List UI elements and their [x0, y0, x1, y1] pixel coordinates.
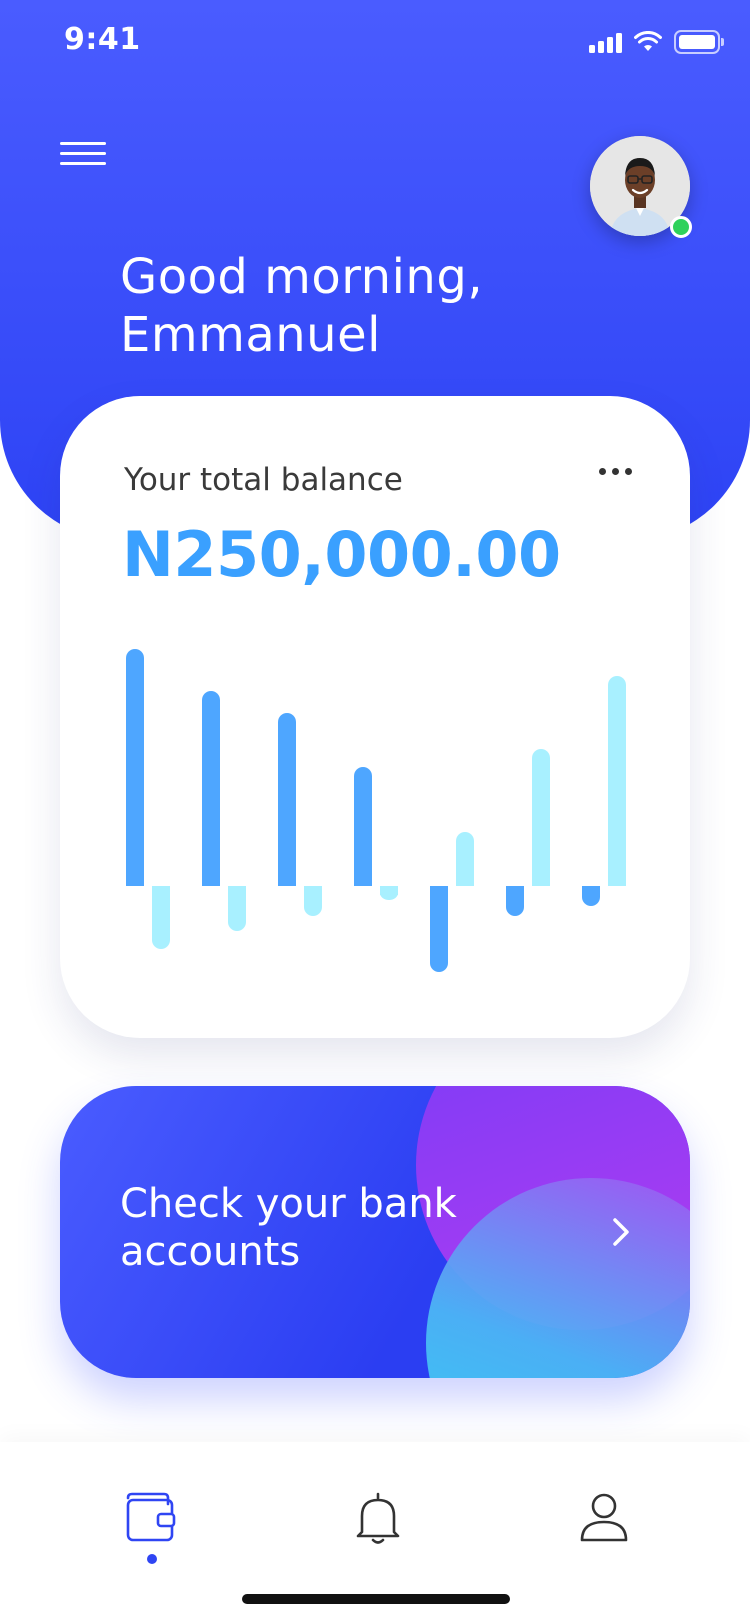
balance-chart [126, 649, 626, 972]
chart-bar-series2-7 [608, 676, 626, 886]
chart-bar-series2-1 [152, 886, 170, 949]
check-bank-accounts-card[interactable]: Check your bank accounts [60, 1086, 690, 1378]
chart-bar-base [228, 886, 246, 895]
greeting-line-1: Good morning, [120, 249, 484, 305]
battery-icon [674, 30, 724, 54]
chart-bar-base [202, 877, 220, 886]
chart-bar-series1-2 [202, 691, 220, 886]
menu-icon-line [60, 162, 106, 165]
status-time: 9:41 [64, 22, 141, 57]
chart-bar-base [532, 877, 550, 886]
greeting-name: Emmanuel [120, 307, 381, 363]
menu-icon-line [60, 142, 106, 145]
menu-button[interactable] [60, 138, 108, 170]
bank-card-label: Check your bank accounts [120, 1181, 457, 1275]
chart-bar-base [278, 877, 296, 886]
chart-bar-series2-6 [532, 749, 550, 886]
home-indicator [242, 1594, 510, 1604]
chart-bar-series1-3 [278, 713, 296, 886]
chart-bar-base [430, 886, 448, 895]
nav-notifications[interactable] [348, 1488, 408, 1548]
nav-wallet[interactable] [122, 1488, 182, 1548]
balance-card: Your total balance N250,000.00 [60, 396, 690, 1038]
chart-bar-series1-1 [126, 649, 144, 886]
wifi-icon [634, 31, 662, 51]
chart-bar-series1-4 [354, 767, 372, 886]
chart-bar-base [152, 886, 170, 895]
bell-icon [356, 1492, 400, 1544]
greeting: Good morning, Emmanuel [120, 248, 483, 364]
chart-bar-series1-5 [430, 886, 448, 972]
status-icons [589, 30, 724, 54]
chart-bar-base [456, 877, 474, 886]
active-nav-indicator [147, 1554, 157, 1564]
chart-bar-base [582, 886, 600, 895]
user-icon [580, 1493, 628, 1542]
nav-profile[interactable] [574, 1488, 634, 1548]
wallet-icon [126, 1492, 176, 1542]
chevron-right-icon [613, 1218, 629, 1246]
chart-bar-base [608, 877, 626, 886]
chart-bar-base [126, 877, 144, 886]
signal-icon [589, 31, 622, 53]
menu-icon-line [60, 152, 106, 155]
bottom-navigation [0, 1442, 750, 1624]
chart-bar-base [380, 886, 398, 895]
chart-bar-base [354, 877, 372, 886]
online-status-indicator [670, 216, 692, 238]
chart-bar-base [304, 886, 322, 895]
chart-bar-base [506, 886, 524, 895]
